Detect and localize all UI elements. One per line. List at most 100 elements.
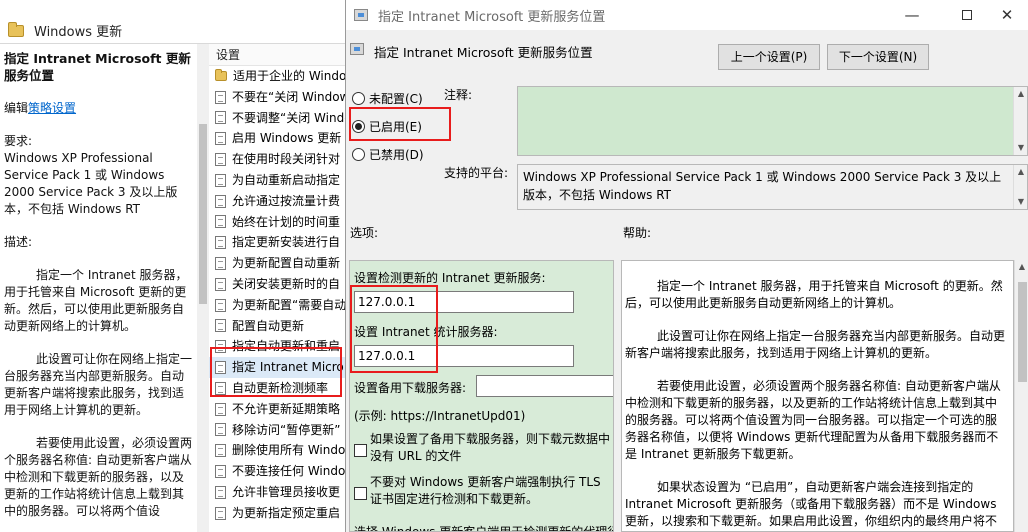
- dialog-title: 指定 Intranet Microsoft 更新服务位置: [378, 9, 606, 25]
- edit-prefix: 编辑: [4, 101, 29, 115]
- options-label: 选项:: [350, 226, 379, 240]
- setting-label: 指定 Intranet Micro: [232, 360, 344, 375]
- setting-row[interactable]: 指定 Intranet Micro: [209, 357, 349, 378]
- next-setting-button[interactable]: 下一个设置(N): [827, 44, 929, 70]
- policy-setting-dialog: 指定 Intranet Microsoft 更新服务位置 — ✕ 指定 Intr…: [345, 0, 1028, 532]
- scroll-up-icon[interactable]: ▲: [1015, 262, 1028, 271]
- setting-label: 不允许更新延期策略: [232, 401, 341, 416]
- close-button[interactable]: ✕: [984, 0, 1028, 30]
- setting-row[interactable]: 关闭安装更新时的自: [209, 274, 349, 295]
- setting-row[interactable]: 始终在计划的时间重: [209, 212, 349, 233]
- setting-row[interactable]: 不要在“关闭 Windows”: [209, 87, 349, 108]
- policy-document-icon: [215, 194, 226, 208]
- setting-row[interactable]: 指定自动更新和重启: [209, 336, 349, 357]
- policy-document-icon: [215, 257, 226, 271]
- description-label: 描述:: [4, 235, 33, 249]
- policy-document-icon: [215, 153, 226, 167]
- setting-label: 始终在计划的时间重: [232, 214, 341, 229]
- setting-row[interactable]: 不要调整“关闭 Windows”: [209, 108, 349, 129]
- setting-row[interactable]: 移除访问“暂停更新”: [209, 420, 349, 441]
- setting-label: 不要在“关闭 Windows”: [232, 89, 349, 104]
- description-title: 指定 Intranet Microsoft 更新服务位置: [4, 51, 191, 83]
- setting-label: 配置自动更新: [232, 318, 305, 333]
- setting-row[interactable]: 在使用时段关闭针对: [209, 149, 349, 170]
- update-server-input[interactable]: 127.0.0.1: [354, 291, 574, 313]
- radio-circle[interactable]: [352, 147, 365, 161]
- policy-document-icon: [215, 361, 226, 375]
- policy-document-icon: [215, 132, 226, 146]
- previous-setting-button[interactable]: 上一个设置(P): [718, 44, 820, 70]
- setting-row[interactable]: 不要连接任何 Windo: [209, 461, 349, 482]
- comment-textarea[interactable]: ▲ ▼: [517, 86, 1028, 156]
- radio-label: 已禁用(D): [369, 147, 424, 162]
- setting-label: 允许通过按流量计费: [232, 193, 341, 208]
- tls-pinning-checkbox[interactable]: [354, 487, 367, 500]
- setting-row[interactable]: 配置自动更新: [209, 316, 349, 337]
- setting-row[interactable]: 适用于企业的 Windows: [209, 66, 349, 87]
- stats-server-input[interactable]: 127.0.0.1: [354, 345, 574, 367]
- setting-label: 适用于企业的 Windows: [233, 69, 349, 83]
- setting-row[interactable]: 删除使用所有 Windo: [209, 440, 349, 461]
- tls-pinning-text: 不要对 Windows 更新客户端强制执行 TLS 证书固定进行检测和下载更新。: [370, 475, 601, 506]
- scroll-up-icon[interactable]: ▲: [1014, 165, 1028, 179]
- supported-platform-text: Windows XP Professional Service Pack 1 或…: [523, 170, 1002, 202]
- scroll-up-icon[interactable]: ▲: [1014, 87, 1028, 101]
- setting-row[interactable]: 允许非管理员接收更: [209, 482, 349, 503]
- scroll-down-icon[interactable]: ▼: [1014, 141, 1028, 155]
- radio-disabled[interactable]: 已禁用(D): [352, 144, 424, 164]
- policy-document-icon: [215, 236, 226, 250]
- alt-download-fallback-checkbox[interactable]: [354, 444, 367, 457]
- policy-document-icon: [215, 402, 226, 416]
- setting-label: 不要连接任何 Windo: [232, 464, 346, 479]
- setting-row[interactable]: 为更新配置“需要自动: [209, 295, 349, 316]
- setting-row[interactable]: 不允许更新延期策略: [209, 399, 349, 420]
- policy-document-icon: [215, 215, 226, 229]
- dialog-titlebar: 指定 Intranet Microsoft 更新服务位置 — ✕: [346, 0, 1028, 30]
- alt-download-server-input[interactable]: [476, 375, 613, 397]
- minimize-button[interactable]: —: [889, 0, 935, 30]
- policy-document-icon: [215, 506, 226, 520]
- stats-server-label: 设置 Intranet 统计服务器:: [354, 325, 498, 339]
- radio-label: 已启用(E): [369, 119, 422, 134]
- setting-row[interactable]: 为更新配置自动重新: [209, 253, 349, 274]
- setting-row[interactable]: 自动更新检测频率: [209, 378, 349, 399]
- setting-row[interactable]: 允许通过按流量计费: [209, 191, 349, 212]
- requirements-label: 要求:: [4, 134, 33, 148]
- scrollbar-thumb[interactable]: [1018, 282, 1027, 382]
- setting-row[interactable]: 指定更新安装进行自: [209, 232, 349, 253]
- policy-document-icon: [215, 444, 226, 458]
- description-paragraph: 若要使用此设置，必须设置两个服务器名称值: 自动更新客户端从中检测和下载更新的服…: [4, 436, 193, 518]
- setting-row[interactable]: 为自动重新启动指定: [209, 170, 349, 191]
- comment-scrollbar[interactable]: ▲ ▼: [1013, 87, 1027, 155]
- setting-label: 不要调整“关闭 Windows”: [232, 110, 349, 125]
- options-pane: 设置检测更新的 Intranet 更新服务: 127.0.0.1 设置 Intr…: [349, 260, 614, 532]
- radio-label: 未配置(C): [369, 91, 423, 106]
- edit-policy-link[interactable]: 策略设置: [28, 101, 76, 115]
- policy-document-icon: [215, 485, 226, 499]
- scrollbar-thumb[interactable]: [199, 124, 207, 304]
- minimize-icon: —: [904, 6, 920, 24]
- setting-label: 启用 Windows 更新: [232, 131, 342, 146]
- help-scrollbar[interactable]: ▲: [1014, 260, 1028, 532]
- setting-row[interactable]: 启用 Windows 更新: [209, 128, 349, 149]
- radio-not-configured[interactable]: 未配置(C): [352, 88, 423, 108]
- settings-list-pane: 设置 适用于企业的 Windows 不要在“关闭 Windows” 不要调整“关闭 …: [209, 44, 349, 532]
- update-server-label: 设置检测更新的 Intranet 更新服务:: [354, 271, 546, 285]
- description-scrollbar[interactable]: [197, 44, 209, 532]
- help-label: 帮助:: [623, 226, 652, 240]
- platform-scrollbar[interactable]: ▲ ▼: [1013, 165, 1027, 209]
- policy-document-icon: [215, 319, 226, 333]
- help-pane: 指定一个 Intranet 服务器，用于托管来自 Microsoft 的更新。然…: [621, 260, 1014, 532]
- setting-label: 为更新指定预定重启: [232, 505, 341, 520]
- setting-label: 为自动重新启动指定: [232, 172, 341, 187]
- setting-label: 移除访问“暂停更新”: [232, 422, 341, 437]
- setting-row[interactable]: 为更新指定预定重启: [209, 503, 349, 524]
- radio-enabled[interactable]: 已启用(E): [352, 116, 422, 136]
- settings-column-header[interactable]: 设置: [209, 44, 349, 66]
- radio-circle[interactable]: [352, 91, 365, 105]
- setting-label: 删除使用所有 Windo: [232, 443, 346, 458]
- radio-circle-checked[interactable]: [352, 119, 365, 133]
- scroll-down-icon[interactable]: ▼: [1014, 195, 1028, 209]
- alt-download-server-label: 设置备用下载服务器:: [354, 381, 467, 395]
- folder-icon: [8, 21, 24, 37]
